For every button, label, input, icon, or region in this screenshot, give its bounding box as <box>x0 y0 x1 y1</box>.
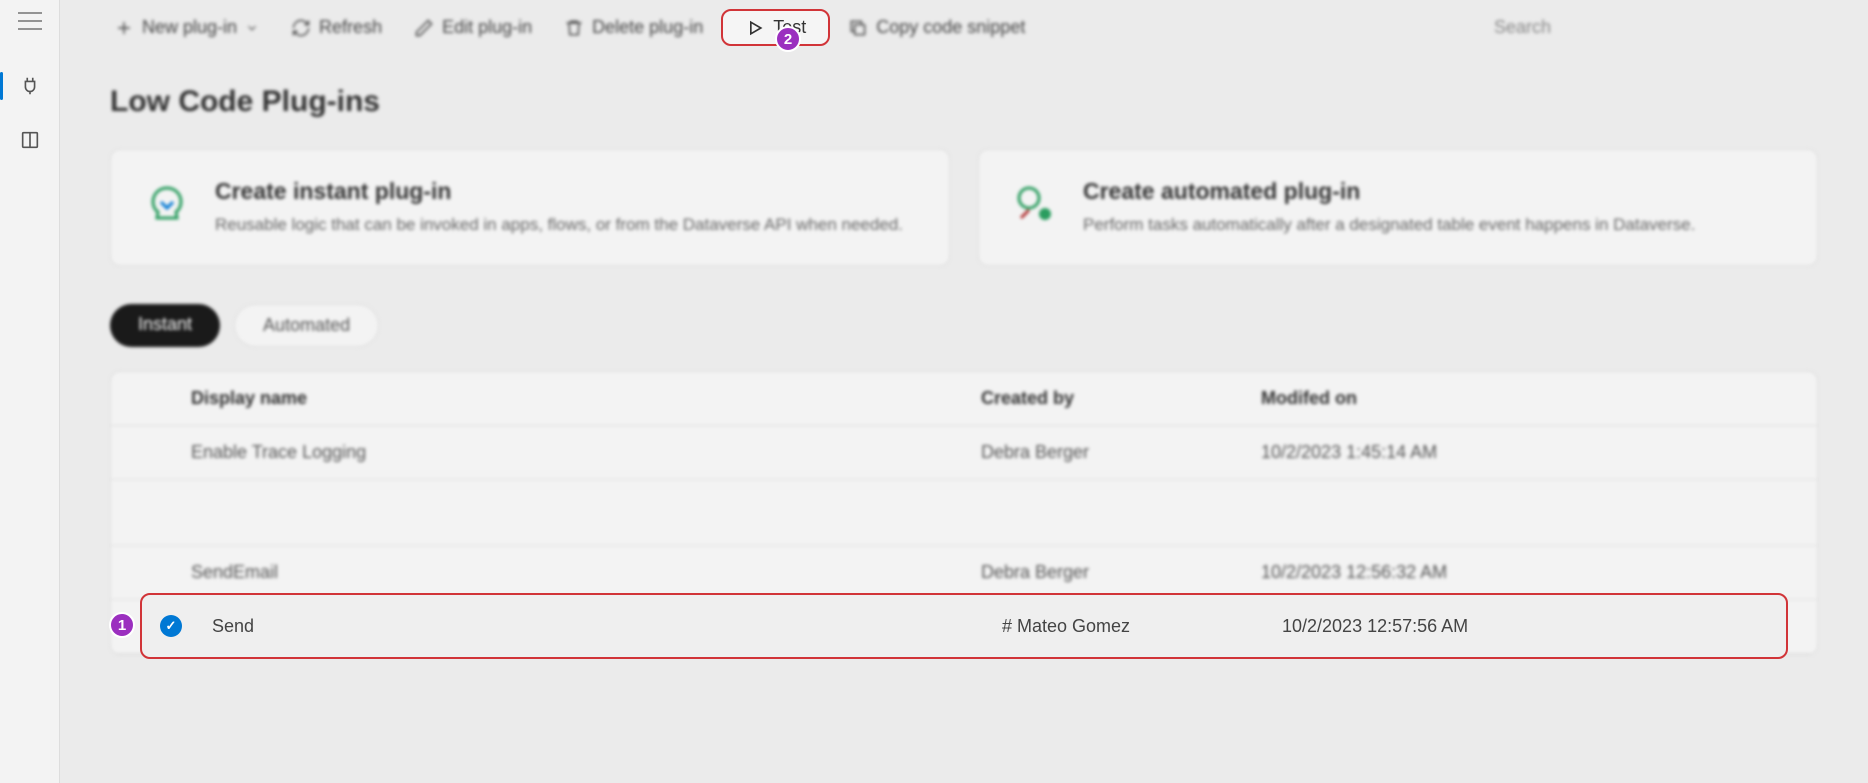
row-name: Enable Trace Logging <box>191 442 981 463</box>
command-toolbar: New plug-in Refresh Edit plug-in Delete … <box>60 0 1868 55</box>
copy-snippet-button[interactable]: Copy code snippet <box>834 9 1039 46</box>
instant-plugin-icon <box>141 178 193 230</box>
automated-plugin-icon <box>1009 178 1061 230</box>
row-selected-check-icon[interactable] <box>160 615 182 637</box>
rail-item-library[interactable] <box>12 122 48 158</box>
delete-plugin-button[interactable]: Delete plug-in <box>550 9 717 46</box>
column-header-modified[interactable]: Modifed on <box>1261 388 1787 409</box>
chevron-down-icon <box>245 21 259 35</box>
row-modified: 10/2/2023 1:45:14 AM <box>1261 442 1787 463</box>
annotation-badge-2: 2 <box>775 26 801 52</box>
create-automated-plugin-card[interactable]: Create automated plug-in Perform tasks a… <box>978 149 1818 266</box>
refresh-icon <box>291 18 311 38</box>
new-plugin-label: New plug-in <box>142 17 237 38</box>
edit-plugin-button[interactable]: Edit plug-in <box>400 9 546 46</box>
delete-label: Delete plug-in <box>592 17 703 38</box>
create-instant-plugin-card[interactable]: Create instant plug-in Reusable logic th… <box>110 149 950 266</box>
table-row[interactable]: Enable Trace Logging Debra Berger 10/2/2… <box>111 426 1817 480</box>
annotation-badge-1: 1 <box>109 612 135 638</box>
plus-icon <box>114 18 134 38</box>
instant-card-title: Create instant plug-in <box>215 178 903 205</box>
row-created: # Mateo Gomez <box>1002 616 1282 637</box>
refresh-label: Refresh <box>319 17 382 38</box>
instant-card-desc: Reusable logic that can be invoked in ap… <box>215 213 903 237</box>
plugin-icon <box>19 75 41 97</box>
row-modified: 10/2/2023 12:56:32 AM <box>1261 562 1787 583</box>
trash-icon <box>564 18 584 38</box>
column-header-created[interactable]: Created by <box>981 388 1261 409</box>
table-row[interactable] <box>111 480 1817 546</box>
copy-icon <box>848 18 868 38</box>
hamburger-menu-icon[interactable] <box>18 12 42 30</box>
refresh-button[interactable]: Refresh <box>277 9 396 46</box>
edit-icon <box>414 18 434 38</box>
copy-label: Copy code snippet <box>876 17 1025 38</box>
table-row-selected[interactable]: Send # Mateo Gomez 10/2/2023 12:57:56 AM <box>140 593 1788 659</box>
table-row[interactable]: SendEmail Debra Berger 10/2/2023 12:56:3… <box>111 546 1817 600</box>
row-created: Debra Berger <box>981 442 1261 463</box>
row-created: Debra Berger <box>981 562 1261 583</box>
automated-card-title: Create automated plug-in <box>1083 178 1695 205</box>
left-navigation-rail <box>0 0 60 783</box>
rail-item-plugins[interactable] <box>12 68 48 104</box>
tab-instant[interactable]: Instant <box>110 304 220 347</box>
book-icon <box>19 129 41 151</box>
edit-label: Edit plug-in <box>442 17 532 38</box>
row-name: SendEmail <box>191 562 981 583</box>
row-name: Send <box>212 616 1002 637</box>
automated-card-desc: Perform tasks automatically after a desi… <box>1083 213 1695 237</box>
row-modified: 10/2/2023 12:57:56 AM <box>1282 616 1756 637</box>
column-header-name[interactable]: Display name <box>191 388 981 409</box>
search-input[interactable]: Search <box>1478 7 1828 48</box>
tab-automated[interactable]: Automated <box>234 304 379 347</box>
new-plugin-button[interactable]: New plug-in <box>100 9 273 46</box>
play-icon <box>745 18 765 38</box>
page-title: Low Code Plug-ins <box>110 85 1818 119</box>
